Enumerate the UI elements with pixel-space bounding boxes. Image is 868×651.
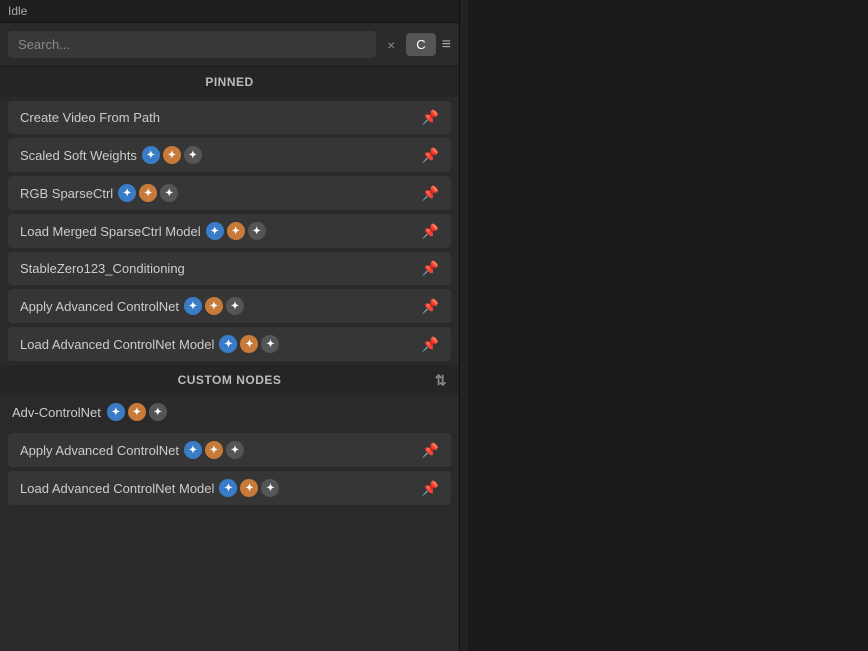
custom-node-group-label: Adv-ControlNet [12, 405, 101, 420]
search-input[interactable] [8, 31, 376, 58]
right-panel [468, 0, 868, 651]
node-name: Scaled Soft Weights [20, 148, 137, 163]
custom-items-list: Apply Advanced ControlNet✦✦✦📌Load Advanc… [0, 433, 459, 505]
node-name: Create Video From Path [20, 110, 160, 125]
node-item-scaled-soft-weights[interactable]: Scaled Soft Weights✦✦✦📌 [8, 138, 451, 172]
badge-gray: ✦ [248, 222, 266, 240]
badge-orange: ✦ [163, 146, 181, 164]
node-name: Load Merged SparseCtrl Model [20, 224, 201, 239]
node-label: Load Advanced ControlNet Model✦✦✦ [20, 479, 279, 497]
badge-gray: ✦ [160, 184, 178, 202]
node-label: Load Merged SparseCtrl Model✦✦✦ [20, 222, 266, 240]
node-item-apply-advanced-controlnet[interactable]: Apply Advanced ControlNet✦✦✦📌 [8, 289, 451, 323]
badge-group: ✦✦✦ [219, 335, 279, 353]
badge-group: ✦✦✦ [142, 146, 202, 164]
badge-blue: ✦ [184, 297, 202, 315]
search-bar: × C ≡ [0, 23, 459, 67]
pinned-items-list: Create Video From Path 📌 Scaled Soft Weigh… [0, 101, 459, 361]
badge-orange: ✦ [240, 479, 258, 497]
pin-icon[interactable]: 📌 [422, 442, 439, 459]
node-item-stablezero123[interactable]: StableZero123_Conditioning 📌 [8, 252, 451, 285]
node-item-rgb-sparsectrl[interactable]: RGB SparseCtrl✦✦✦📌 [8, 176, 451, 210]
badge-orange: ✦ [240, 335, 258, 353]
badge-orange: ✦ [128, 403, 146, 421]
panel-content: PINNED Create Video From Path 📌 Scaled Sof… [0, 67, 459, 651]
badge-blue: ✦ [107, 403, 125, 421]
pin-icon[interactable]: 📌 [422, 298, 439, 315]
badge-gray: ✦ [149, 403, 167, 421]
node-name: StableZero123_Conditioning [20, 261, 185, 276]
hamburger-icon[interactable]: ≡ [442, 36, 451, 54]
node-item-load-advanced-controlnet-model[interactable]: Load Advanced ControlNet Model✦✦✦📌 [8, 327, 451, 361]
badge-gray: ✦ [184, 146, 202, 164]
pin-icon[interactable]: 📌 [422, 336, 439, 353]
pin-icon[interactable]: 📌 [422, 147, 439, 164]
title-text: Idle [8, 4, 27, 18]
badge-orange: ✦ [139, 184, 157, 202]
panel-divider[interactable] [460, 0, 468, 651]
node-name: Load Advanced ControlNet Model [20, 337, 214, 352]
badge-blue: ✦ [219, 335, 237, 353]
badge-group: ✦✦✦ [206, 222, 266, 240]
node-name: RGB SparseCtrl [20, 186, 113, 201]
filter-icon[interactable]: ⇅ [435, 372, 447, 389]
badge-gray: ✦ [226, 297, 244, 315]
node-label: Load Advanced ControlNet Model✦✦✦ [20, 335, 279, 353]
clear-search-button[interactable]: × [382, 35, 400, 55]
badge-group: ✦✦✦ [184, 297, 244, 315]
badge-blue: ✦ [142, 146, 160, 164]
pin-icon[interactable]: 📌 [422, 260, 439, 277]
badge-group: ✦✦✦ [184, 441, 244, 459]
node-item-create-video[interactable]: Create Video From Path 📌 [8, 101, 451, 134]
badge-group: ✦✦✦ [118, 184, 178, 202]
node-label: Apply Advanced ControlNet✦✦✦ [20, 297, 244, 315]
node-label: Create Video From Path [20, 110, 160, 125]
badge-gray: ✦ [261, 335, 279, 353]
pinned-section-header: PINNED [0, 67, 459, 97]
custom-nodes-label: CUSTOM NODES [178, 373, 282, 387]
node-label: Apply Advanced ControlNet✦✦✦ [20, 441, 244, 459]
pin-icon[interactable]: 📌 [422, 223, 439, 240]
c-button[interactable]: C [406, 33, 435, 56]
badge-gray: ✦ [226, 441, 244, 459]
node-label: Scaled Soft Weights✦✦✦ [20, 146, 202, 164]
node-name: Apply Advanced ControlNet [20, 443, 179, 458]
node-name: Apply Advanced ControlNet [20, 299, 179, 314]
badge-gray: ✦ [261, 479, 279, 497]
badge-blue: ✦ [206, 222, 224, 240]
node-item-load-merged-sparsectrl[interactable]: Load Merged SparseCtrl Model✦✦✦📌 [8, 214, 451, 248]
badge-blue: ✦ [184, 441, 202, 459]
title-bar: Idle [0, 0, 459, 23]
badge-group: ✦✦✦ [219, 479, 279, 497]
badge-orange: ✦ [227, 222, 245, 240]
badge-blue: ✦ [219, 479, 237, 497]
pin-icon[interactable]: 📌 [422, 480, 439, 497]
node-label: StableZero123_Conditioning [20, 261, 185, 276]
custom-nodes-section-header: CUSTOM NODES ⇅ [0, 365, 459, 395]
node-name: Load Advanced ControlNet Model [20, 481, 214, 496]
badge-orange: ✦ [205, 297, 223, 315]
node-label: RGB SparseCtrl✦✦✦ [20, 184, 178, 202]
badge-orange: ✦ [205, 441, 223, 459]
pin-icon[interactable]: 📌 [422, 109, 439, 126]
badge-blue: ✦ [118, 184, 136, 202]
custom-node-group-badges: ✦ ✦ ✦ [107, 403, 167, 421]
pin-icon[interactable]: 📌 [422, 185, 439, 202]
pinned-label: PINNED [205, 75, 253, 89]
node-item-cn-load-advanced-model[interactable]: Load Advanced ControlNet Model✦✦✦📌 [8, 471, 451, 505]
custom-node-group[interactable]: Adv-ControlNet ✦ ✦ ✦ [0, 395, 459, 429]
node-item-cn-apply-advanced[interactable]: Apply Advanced ControlNet✦✦✦📌 [8, 433, 451, 467]
